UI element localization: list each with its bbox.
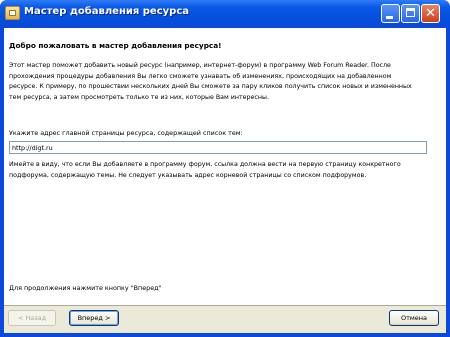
maximize-button[interactable] <box>401 4 420 23</box>
close-button[interactable]: ✕ <box>421 4 440 23</box>
back-button[interactable]: < Назад <box>8 310 56 326</box>
hint-text: Имейте в виду, что если Вы добавляете в … <box>9 161 401 179</box>
page-title: Добро пожаловать в мастер добавления рес… <box>9 41 222 50</box>
title-bar[interactable]: Мастер добавления ресурса ✕ <box>0 0 450 28</box>
cancel-button[interactable]: Отмена <box>389 310 439 326</box>
url-input[interactable] <box>9 141 427 154</box>
window-title: Мастер добавления ресурса <box>24 6 189 17</box>
intro-text: Этот мастер поможет добавить новый ресур… <box>9 62 412 101</box>
wizard-window: Мастер добавления ресурса ✕ Добро пожало… <box>0 0 450 337</box>
next-button[interactable]: Вперед > <box>69 310 119 326</box>
continue-instruction: Для продолжения нажмите кнопку "Вперед" <box>9 284 162 292</box>
app-icon <box>5 6 20 20</box>
wizard-page: Добро пожаловать в мастер добавления рес… <box>4 28 446 306</box>
close-icon: ✕ <box>425 6 436 21</box>
minimize-button[interactable] <box>381 4 400 23</box>
wizard-body: Добро пожаловать в мастер добавления рес… <box>4 28 446 333</box>
url-label: Укажите адрес главной страницы ресурса, … <box>9 129 243 137</box>
